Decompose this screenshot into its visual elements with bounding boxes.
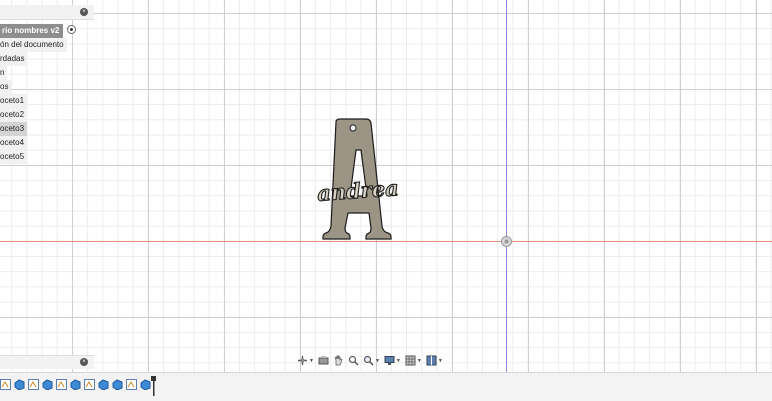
timeline-bar xyxy=(0,372,772,401)
comments-panel: × xyxy=(0,355,94,369)
browser-item-sketch1[interactable]: oceto1 xyxy=(0,94,94,108)
timeline-sketch-icon[interactable] xyxy=(0,379,11,390)
viewports-icon[interactable] xyxy=(426,355,437,366)
origin-point[interactable] xyxy=(501,236,512,247)
timeline-marker-icon[interactable] xyxy=(151,376,156,396)
browser-item-sketch3[interactable]: oceto3 xyxy=(0,122,94,136)
timeline-sketch-icon[interactable] xyxy=(84,379,95,390)
timeline-extrude-icon[interactable] xyxy=(98,379,109,391)
look-at-icon[interactable] xyxy=(318,355,329,366)
zoom-window-icon[interactable] xyxy=(348,355,359,366)
timeline-sketch-icon[interactable] xyxy=(28,379,39,390)
browser-tree: rio nombres v2 ón del documento rdadas n… xyxy=(0,24,94,164)
viewports-dropdown-icon[interactable]: ▼ xyxy=(438,358,443,364)
timeline-extrude-icon[interactable] xyxy=(70,379,81,391)
browser-panel: × rio nombres v2 ón del documento rdadas… xyxy=(0,5,94,164)
browser-item-sketch2[interactable]: oceto2 xyxy=(0,108,94,122)
timeline-extrude-icon[interactable] xyxy=(140,379,151,391)
timeline-sketch-icon[interactable] xyxy=(56,379,67,390)
browser-item-named-views[interactable]: rdadas xyxy=(0,52,94,66)
browser-item-origin[interactable]: n xyxy=(0,66,94,80)
letter-a-keychain-model[interactable]: andrea xyxy=(316,116,400,242)
browser-item-document-settings[interactable]: ón del documento xyxy=(0,38,94,52)
keyring-hole xyxy=(349,124,357,132)
navigation-toolbar: ▼ ▼ ▼ ▼ ▼ xyxy=(297,353,443,368)
zoom-dropdown-icon[interactable]: ▼ xyxy=(375,358,380,364)
browser-header: × xyxy=(0,5,94,20)
display-dropdown-icon[interactable]: ▼ xyxy=(396,358,401,364)
timeline-sketch-icon[interactable] xyxy=(126,379,137,390)
timeline-extrude-icon[interactable] xyxy=(112,379,123,391)
y-axis-line xyxy=(506,0,507,372)
close-icon[interactable]: × xyxy=(80,8,88,16)
timeline-extrude-icon[interactable] xyxy=(42,379,53,391)
activate-radio-icon[interactable] xyxy=(67,25,77,34)
model-name-text: andrea xyxy=(316,175,399,206)
pan-icon[interactable] xyxy=(333,355,344,366)
browser-item-bodies[interactable]: os xyxy=(0,80,94,94)
browser-item-sketch5[interactable]: oceto5 xyxy=(0,150,94,164)
display-settings-icon[interactable] xyxy=(384,355,395,366)
close-icon[interactable]: × xyxy=(80,358,88,366)
orbit-dropdown-icon[interactable]: ▼ xyxy=(309,358,314,364)
timeline-items xyxy=(0,379,151,391)
zoom-icon[interactable] xyxy=(363,355,374,366)
browser-root-item[interactable]: rio nombres v2 xyxy=(0,24,94,38)
timeline-extrude-icon[interactable] xyxy=(14,379,25,391)
browser-item-sketch4[interactable]: oceto4 xyxy=(0,136,94,150)
design-canvas[interactable]: andrea xyxy=(0,0,772,372)
grid-dropdown-icon[interactable]: ▼ xyxy=(417,358,422,364)
grid-icon[interactable] xyxy=(405,355,416,366)
orbit-icon[interactable] xyxy=(297,355,308,366)
